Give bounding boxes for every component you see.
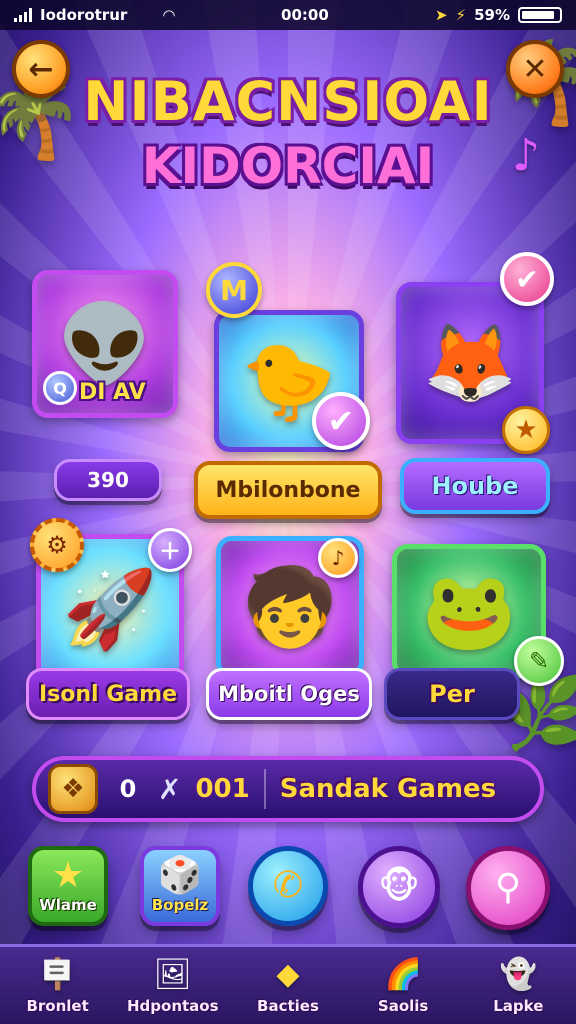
magnifier-icon: ⚲ xyxy=(494,867,522,908)
nav-label-lapke: Lapke xyxy=(493,996,544,1015)
bopelz-label: Bopelz xyxy=(151,896,209,914)
arrow-left-icon: ← xyxy=(28,51,54,87)
status-bar: Iodorotrur ◠ 00:00 ➤ ⚡ 59% xyxy=(0,0,576,30)
diamond-icon: ◆ xyxy=(276,956,300,992)
stats-games-label: Sandak Games xyxy=(279,774,497,804)
title-line-1: NIBACNSIOAI xyxy=(83,70,493,133)
score-pill[interactable]: 390 xyxy=(54,459,162,501)
bopelz-button[interactable]: 🎲 Bopelz xyxy=(140,846,220,926)
bottom-nav: 🪧 Bronlet 🖼 Hdpontaos ◆ Bacties 🌈 Saolis… xyxy=(0,944,576,1024)
carrier-name: Iodorotrur xyxy=(40,6,128,24)
close-x-icon: ✕ xyxy=(522,51,548,87)
m-coin-icon[interactable]: M xyxy=(206,262,262,318)
star-badge-icon: ★ xyxy=(502,406,550,454)
monkey-button[interactable]: 🐵 xyxy=(358,846,440,928)
phone-icon: ✆ xyxy=(272,865,304,906)
checkmark-badge-icon[interactable]: ✔ xyxy=(312,392,370,450)
nav-label-saolis: Saolis xyxy=(377,996,429,1015)
stats-count-value: 001 xyxy=(195,774,250,804)
search-button[interactable]: ⚲ xyxy=(466,846,550,930)
leaf-badge-icon[interactable]: ✎ xyxy=(514,636,564,686)
green-goblin-character: 👽 xyxy=(57,299,153,388)
nav-label-bacties: Bacties xyxy=(257,996,319,1015)
game-title: NIBACNSIOAI KIDORCIAI xyxy=(70,70,506,198)
status-time: 00:00 xyxy=(281,6,329,24)
green-frog-character: 🐸 xyxy=(421,566,517,655)
monkey-face-icon: 🐵 xyxy=(378,866,420,907)
game-card-goblin[interactable]: 👽 Q DI AV xyxy=(32,270,178,418)
nav-item-bacties[interactable]: ◆ Bacties xyxy=(233,957,343,1015)
mode-button-isonl-game[interactable]: Isonl Game xyxy=(26,668,190,720)
signal-icon xyxy=(14,8,32,22)
ghost-icon: 👻 xyxy=(499,956,538,992)
treasure-chest-icon[interactable]: ❖ xyxy=(48,764,98,814)
stats-divider xyxy=(263,769,266,809)
nav-label-hdpontaos: Hdpontaos xyxy=(127,996,219,1015)
picture-frame-icon: 🖼 xyxy=(153,956,192,992)
sword-cross-icon: ✗ xyxy=(158,772,182,806)
lightning-icon: ⚡ xyxy=(455,6,467,24)
rainbow-card-icon: 🌈 xyxy=(384,956,422,992)
sign-post-icon: 🪧 xyxy=(38,956,77,992)
music-note-badge-icon: ♪ xyxy=(318,538,358,578)
orange-fox-character: 🦊 xyxy=(422,318,518,407)
gear-badge-icon: ⚙ xyxy=(30,518,84,572)
card-goblin-caption: DI AV xyxy=(79,380,146,405)
wifi-icon: ◠ xyxy=(163,6,175,24)
mode-button-mbilonbone[interactable]: Mbilonbone xyxy=(194,461,382,519)
plus-badge-icon[interactable]: ＋ xyxy=(148,528,192,572)
nav-item-bronlet[interactable]: 🪧 Bronlet xyxy=(3,957,113,1015)
battery-percent: 59% xyxy=(474,6,510,24)
welcome-label: Wlame xyxy=(39,896,97,914)
music-note-icon: ♪ xyxy=(511,130,540,181)
nav-label-bronlet: Bronlet xyxy=(26,996,89,1015)
close-button[interactable]: ✕ xyxy=(506,40,564,98)
welcome-button[interactable]: ★ Wlame xyxy=(28,846,108,926)
purple-hair-kid-character: 🧒 xyxy=(242,562,338,651)
battery-icon xyxy=(517,7,562,23)
q-badge-icon: Q xyxy=(43,371,77,405)
dice-box-icon: 🎲 xyxy=(157,855,203,896)
location-icon: ➤ xyxy=(434,6,448,24)
rocket-toy-character: 🚀 xyxy=(62,564,158,653)
mode-button-per[interactable]: Per xyxy=(384,668,520,720)
stats-zero-value: 0 xyxy=(119,775,137,803)
nav-item-lapke[interactable]: 👻 Lapke xyxy=(463,957,573,1015)
title-line-2: KIDORCIAI xyxy=(141,137,435,195)
mode-button-hoube[interactable]: Hoube xyxy=(400,458,550,514)
checkmark-badge-icon[interactable]: ✔ xyxy=(500,252,554,306)
star-icon: ★ xyxy=(51,855,85,896)
nav-item-saolis[interactable]: 🌈 Saolis xyxy=(348,957,458,1015)
nav-item-hdpontaos[interactable]: 🖼 Hdpontaos xyxy=(118,957,228,1015)
stats-bar: ❖ 0 ✗ 001 Sandak Games xyxy=(32,756,544,822)
mode-button-mboitl-oges[interactable]: Mboitl Oges xyxy=(206,668,372,720)
phone-button[interactable]: ✆ xyxy=(248,846,328,926)
back-button[interactable]: ← xyxy=(12,40,70,98)
